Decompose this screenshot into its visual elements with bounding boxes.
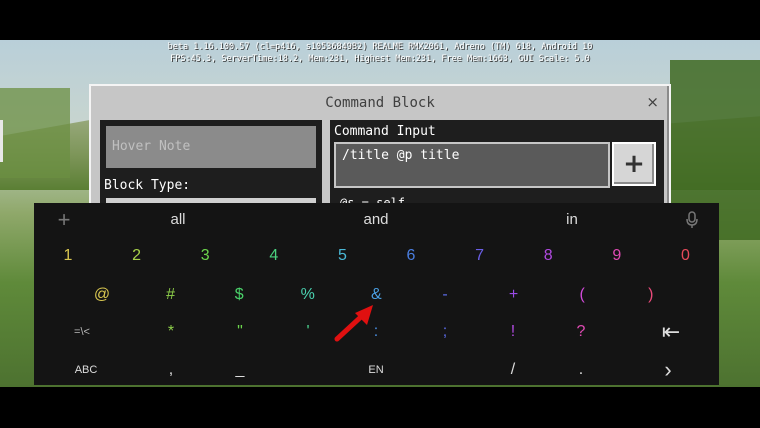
punctuation-key-7[interactable]: ?	[551, 315, 611, 349]
add-selector-button[interactable]: +	[612, 142, 656, 186]
punctuation-key-3[interactable]: '	[278, 315, 338, 349]
punctuation-key-5[interactable]: ;	[415, 315, 475, 349]
suggestion-3[interactable]: in	[512, 203, 632, 237]
digit-key-3[interactable]: 3	[175, 239, 235, 273]
digit-key-2[interactable]: 2	[107, 239, 167, 273]
digit-key-10[interactable]: 0	[655, 239, 715, 273]
digit-key-4[interactable]: 4	[244, 239, 304, 273]
period-key[interactable]: .	[551, 353, 611, 387]
backspace-key[interactable]: ⇤	[641, 315, 701, 349]
suggestion-bar: + all and in	[34, 203, 719, 237]
block-type-label: Block Type:	[104, 178, 191, 193]
symbol-key-1[interactable]: @	[72, 278, 132, 312]
slash-key[interactable]: /	[483, 353, 543, 387]
distant-tree	[0, 88, 70, 178]
space-key[interactable]: EN	[346, 353, 406, 387]
symbol-key-8[interactable]: (	[552, 278, 612, 312]
comma-key[interactable]: ,	[141, 353, 201, 387]
next-key[interactable]: ›	[638, 353, 698, 387]
microphone-icon[interactable]	[662, 203, 722, 237]
debug-info-line-2: FPS:45.3, ServerTime:18.2, Mem:231, High…	[170, 54, 590, 64]
hover-note-input[interactable]: Hover Note	[106, 126, 316, 168]
command-input-field[interactable]: /title @p title	[334, 142, 610, 188]
command-input-label: Command Input	[334, 124, 436, 139]
digit-key-8[interactable]: 8	[518, 239, 578, 273]
dialog-title: Command Block	[325, 95, 435, 111]
on-screen-keyboard: + all and in 1234567890 @ # $% & - +() =\< * "…	[34, 203, 719, 385]
symbol-key-3[interactable]: $	[209, 278, 269, 312]
close-icon[interactable]: ×	[646, 93, 659, 111]
punctuation-key-1[interactable]: *	[141, 315, 201, 349]
symbol-key-9[interactable]: )	[621, 278, 681, 312]
symbol-key-4[interactable]: %	[278, 278, 338, 312]
abc-key[interactable]: ABC	[56, 353, 116, 387]
digit-key-1[interactable]: 1	[38, 239, 98, 273]
bottom-row: ABC , _ EN / . ›	[34, 353, 719, 387]
digit-key-6[interactable]: 6	[381, 239, 441, 273]
suggestion-1[interactable]: all	[118, 203, 238, 237]
symbols-toggle-key[interactable]: =\<	[52, 315, 112, 349]
debug-info-line-1: beta 1.16.100.57 (cl=p416, s10536849B2) …	[167, 42, 593, 52]
digit-key-5[interactable]: 5	[312, 239, 372, 273]
underscore-key[interactable]: _	[210, 353, 270, 387]
symbol-key-6[interactable]: -	[415, 278, 475, 312]
digit-key-9[interactable]: 9	[587, 239, 647, 273]
punctuation-key-2[interactable]: "	[210, 315, 270, 349]
punctuation-key-6[interactable]: !	[483, 315, 543, 349]
command-block-dialog: Command Block × Hover Note Block Type: C…	[89, 84, 671, 216]
settings-panel: Hover Note Block Type:	[100, 120, 322, 216]
edge-indicator	[0, 120, 3, 162]
symbol-key-2[interactable]: #	[141, 278, 201, 312]
plus-icon[interactable]: +	[34, 203, 94, 237]
red-arrow-annotation	[334, 305, 373, 342]
suggestion-2[interactable]: and	[316, 203, 436, 237]
digit-key-7[interactable]: 7	[450, 239, 510, 273]
digit-row: 1234567890	[34, 239, 719, 273]
command-panel: Command Input /title @p title + @s = sel…	[330, 120, 664, 216]
symbol-key-7[interactable]: +	[484, 278, 544, 312]
